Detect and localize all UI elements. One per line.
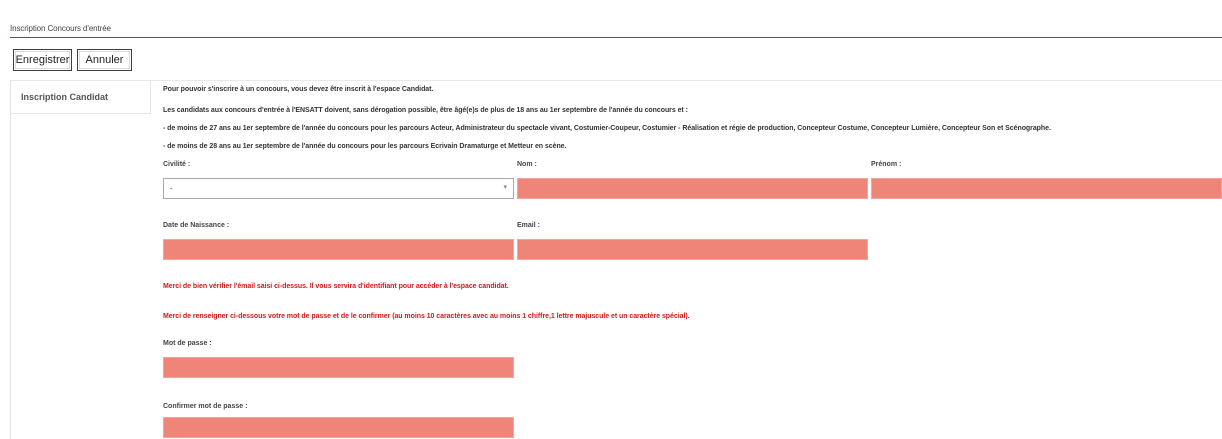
email-label: Email : [517, 222, 540, 229]
confirmer-label: Confirmer mot de passe : [163, 403, 248, 410]
nom-field[interactable] [517, 178, 868, 199]
civilite-label: Civilité : [163, 161, 191, 168]
intro-text-2: Les candidats aux concours d'entrée à l'… [163, 107, 688, 114]
prenom-label: Prénom : [871, 161, 902, 168]
sidebar-item-label: Inscription Candidat [21, 92, 109, 102]
email-field[interactable] [517, 239, 868, 260]
main-content: Pour pouvoir s'inscrire à un concours, v… [163, 81, 1222, 439]
password-field[interactable] [163, 357, 514, 378]
save-button[interactable]: Enregistrer [13, 49, 72, 71]
intro-text-3: - de moins de 27 ans au 1er septembre de… [163, 125, 1051, 132]
page-header: Inscription Concours d'entrée [10, 20, 1222, 38]
password-notice: Merci de renseigner ci-dessous votre mot… [163, 313, 690, 320]
cancel-button[interactable]: Annuler [77, 49, 132, 71]
confirm-password-field[interactable] [163, 417, 514, 438]
chevron-down-icon: ▾ [503, 184, 507, 191]
mot-de-passe-label: Mot de passe : [163, 340, 212, 347]
sidebar-border [10, 81, 11, 439]
nom-label: Nom : [517, 161, 537, 168]
civilite-selected-value: - [170, 184, 173, 193]
date-naissance-label: Date de Naissance : [163, 222, 230, 229]
email-notice: Merci de bien vérifier l'émail saisi ci-… [163, 283, 509, 290]
civilite-select[interactable]: - ▾ [163, 178, 514, 199]
intro-text-1: Pour pouvoir s'inscrire à un concours, v… [163, 86, 434, 93]
page-title: Inscription Concours d'entrée [10, 24, 111, 33]
date-naissance-field[interactable] [163, 239, 514, 260]
sidebar-item-inscription-candidat[interactable]: Inscription Candidat [11, 81, 151, 114]
intro-text-4: - de moins de 28 ans au 1er septembre de… [163, 143, 567, 150]
prenom-field[interactable] [871, 178, 1222, 199]
